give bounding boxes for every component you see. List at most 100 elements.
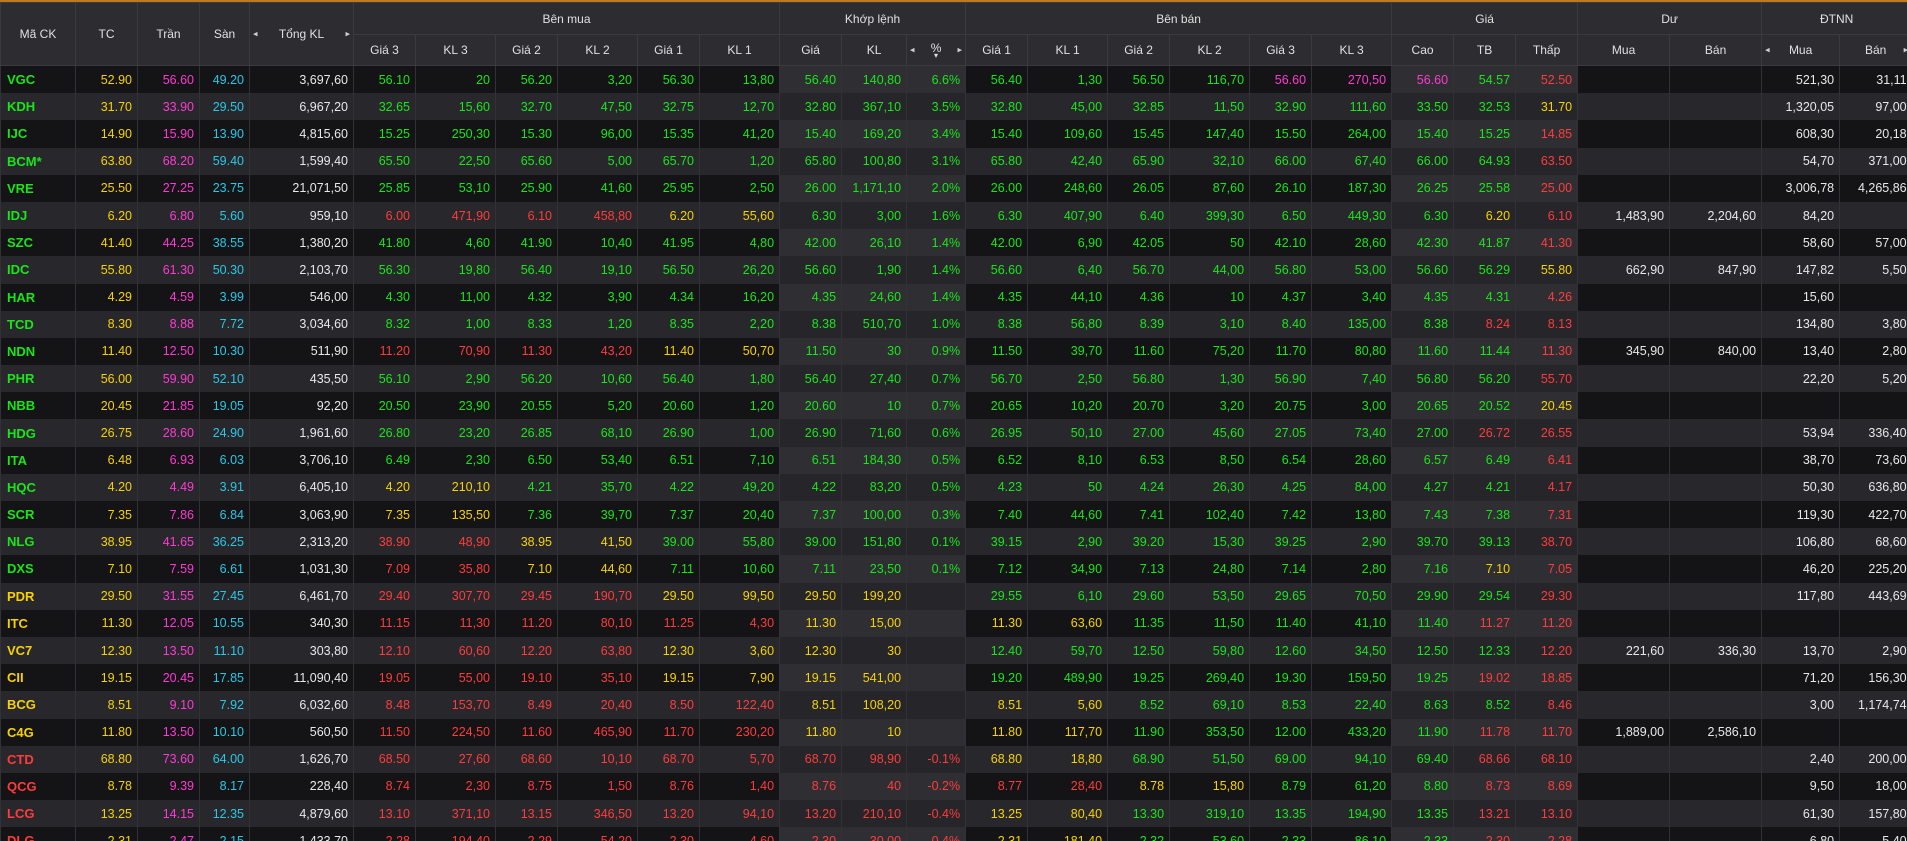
symbol-cell[interactable]: HQC	[0, 473, 76, 501]
col-buy-price2[interactable]: Giá 2	[495, 34, 558, 66]
table-row[interactable]: SZC 41.40 44.25 38.55 1,380,20 41.80 4,60 41.90…	[0, 229, 1907, 257]
table-row[interactable]: DXS 7.10 7.59 6.61 1,031,30 7.09 35,80 7.10 44,6…	[0, 555, 1907, 583]
table-row[interactable]: PHR 56.00 59.90 52.10 435,50 56.10 2,90 56.20 10…	[0, 365, 1907, 393]
symbol-cell[interactable]: SZC	[0, 229, 76, 257]
col-sell-price3[interactable]: Giá 3	[1249, 34, 1313, 66]
table-row[interactable]: VC7 12.30 13.50 11.10 303,80 12.10 60,60 12.20 6…	[0, 636, 1907, 665]
symbol-cell[interactable]: VC7	[0, 636, 76, 665]
table-row[interactable]: CII 19.15 20.45 17.85 11,090,40 19.05 55,00 19.…	[0, 664, 1907, 692]
col-sell-vol3[interactable]: KL 3	[1311, 34, 1393, 66]
table-row[interactable]: TCD 8.30 8.88 7.72 3,034,60 8.32 1,00 8.33 1,20 8…	[0, 310, 1907, 338]
symbol-cell[interactable]: NLG	[0, 528, 76, 556]
sell-price2-cell: 12.50	[1107, 636, 1170, 665]
table-row[interactable]: IDC 55.80 61.30 50.30 2,103,70 56.30 19,80 56.4…	[0, 256, 1907, 284]
left-arrow-icon[interactable]: ◂	[910, 45, 915, 56]
col-buy-vol2[interactable]: KL 2	[557, 34, 638, 66]
table-row[interactable]: ITC 11.30 12.05 10.55 340,30 11.15 11,30 11.20 8…	[0, 609, 1907, 637]
table-row[interactable]: HAR 4.29 4.59 3.99 546,00 4.30 11,00 4.32 3,90 4.…	[0, 283, 1907, 311]
table-row[interactable]: DLG 2.31 2.47 2.15 1,433,70 2.28 194,40 2.29 54,…	[0, 827, 1907, 841]
table-row[interactable]: C4G 11.80 13.50 10.10 560,50 11.50 224,50 11.60…	[0, 718, 1907, 746]
col-average[interactable]: TB	[1453, 34, 1517, 66]
col-sell-price1[interactable]: Giá 1	[965, 34, 1029, 66]
col-remain-sell[interactable]: Bán	[1669, 34, 1763, 66]
symbol-cell[interactable]: LCG	[0, 800, 76, 828]
table-row[interactable]: NLG 38.95 41.65 36.25 2,313,20 38.90 48,90 38.9…	[0, 528, 1907, 556]
col-ceil[interactable]: Trần	[137, 2, 200, 66]
average-price-cell: 12.33	[1453, 636, 1516, 665]
table-row[interactable]: HQC 4.20 4.49 3.91 6,405,10 4.20 210,10 4.21 35,…	[0, 473, 1907, 501]
symbol-cell[interactable]: IDC	[0, 256, 76, 284]
table-row[interactable]: HDG 26.75 28.60 24.90 1,961,60 26.80 23,20 26.8…	[0, 419, 1907, 447]
symbol-cell[interactable]: DXS	[0, 555, 76, 583]
col-remain-buy[interactable]: Mua	[1577, 34, 1671, 66]
symbol-cell[interactable]: IDJ	[0, 201, 76, 230]
symbol-cell[interactable]: ITA	[0, 446, 76, 474]
sort-desc-icon[interactable]: ▾	[908, 52, 964, 60]
col-sell-price2[interactable]: Giá 2	[1107, 34, 1171, 66]
table-row[interactable]: IDJ 6.20 6.80 5.60 959,10 6.00 471,90 6.10 458,8…	[0, 201, 1907, 230]
match-volume-cell: 30	[841, 337, 907, 366]
col-sell-vol2[interactable]: KL 2	[1169, 34, 1251, 66]
right-arrow-icon[interactable]: ▸	[1904, 45, 1907, 56]
col-sell-vol1[interactable]: KL 1	[1027, 34, 1109, 66]
table-row[interactable]: VGC 52.90 56.60 49.20 3,697,60 56.10 20 56.20 3,…	[0, 65, 1907, 94]
symbol-cell[interactable]: KDH	[0, 93, 76, 121]
symbol-cell[interactable]: PDR	[0, 582, 76, 610]
symbol-cell[interactable]: SCR	[0, 501, 76, 529]
symbol-cell[interactable]: VGC	[0, 65, 76, 94]
table-row[interactable]: SCR 7.35 7.86 6.84 3,063,90 7.35 135,50 7.36 39,…	[0, 501, 1907, 529]
col-match-volume[interactable]: KL	[841, 34, 908, 66]
symbol-cell[interactable]: TCD	[0, 310, 76, 338]
table-row[interactable]: IJC 14.90 15.90 13.90 4,815,60 15.25 250,30 15.…	[0, 120, 1907, 148]
table-row[interactable]: NDN 11.40 12.50 10.30 511,90 11.20 70,90 11.30 4…	[0, 337, 1907, 366]
table-row[interactable]: BCG 8.51 9.10 7.92 6,032,60 8.48 153,70 8.49 20,…	[0, 691, 1907, 719]
symbol-cell[interactable]: NDN	[0, 337, 76, 366]
symbol-cell[interactable]: NBB	[0, 392, 76, 420]
col-foreign-buy[interactable]: ◂ Mua	[1761, 34, 1841, 66]
table-row[interactable]: VRE 25.50 27.25 23.75 21,071,50 25.85 53,10 25.…	[0, 174, 1907, 202]
symbol-cell[interactable]: QCG	[0, 772, 76, 801]
symbol-cell[interactable]: C4G	[0, 718, 76, 746]
symbol-cell[interactable]: BCG	[0, 691, 76, 719]
right-arrow-icon[interactable]: ▸	[345, 29, 350, 40]
table-row[interactable]: NBB 20.45 21.85 19.05 92,20 20.50 23,90 20.55 5,…	[0, 392, 1907, 420]
buy-price2-cell: 32.70	[495, 93, 558, 121]
col-low[interactable]: Thấp	[1515, 34, 1579, 66]
match-volume-cell: 10	[841, 718, 907, 746]
col-symbol[interactable]: Mã CK	[0, 2, 76, 66]
symbol-cell[interactable]: DLG	[0, 827, 76, 841]
col-ref[interactable]: TC	[75, 2, 138, 66]
col-high[interactable]: Cao	[1391, 34, 1455, 66]
table-row[interactable]: PDR 29.50 31.55 27.45 6,461,70 29.40 307,70 29.…	[0, 582, 1907, 610]
average-price-cell: 2.30	[1453, 827, 1516, 841]
symbol-cell[interactable]: CTD	[0, 745, 76, 773]
table-row[interactable]: ITA 6.48 6.93 6.03 3,706,10 6.49 2,30 6.50 53,40…	[0, 446, 1907, 474]
left-arrow-icon[interactable]: ◂	[253, 29, 258, 40]
symbol-cell[interactable]: PHR	[0, 365, 76, 393]
symbol-cell[interactable]: HDG	[0, 419, 76, 447]
table-row[interactable]: BCM* 63.80 68.20 59.40 1,599,40 65.50 22,50 65.…	[0, 147, 1907, 175]
col-match-price[interactable]: Giá	[779, 34, 843, 66]
match-percent-cell: 0.9%	[906, 337, 966, 366]
table-row[interactable]: LCG 13.25 14.15 12.35 4,879,60 13.10 371,10 13.…	[0, 800, 1907, 828]
left-arrow-icon[interactable]: ◂	[1765, 45, 1770, 56]
symbol-cell[interactable]: BCM*	[0, 147, 76, 175]
col-match-percent[interactable]: ◂ % ▾ ▸	[906, 34, 967, 66]
col-total-volume[interactable]: ◂ Tổng KL ▸	[249, 2, 354, 66]
col-floor[interactable]: Sàn	[199, 2, 250, 66]
symbol-cell[interactable]: IJC	[0, 120, 76, 148]
col-buy-vol1[interactable]: KL 1	[698, 34, 781, 66]
col-buy-vol3[interactable]: KL 3	[415, 34, 496, 66]
col-buy-price3[interactable]: Giá 3	[353, 34, 416, 66]
right-arrow-icon[interactable]: ▸	[958, 45, 963, 56]
table-row[interactable]: CTD 68.80 73.60 64.00 1,626,70 68.50 27,60 68.6…	[0, 745, 1907, 773]
table-row[interactable]: QCG 8.78 9.39 8.17 228,40 8.74 2,30 8.75 1,50 8.7…	[0, 772, 1907, 801]
sell-vol2-cell: 24,80	[1169, 555, 1250, 583]
symbol-cell[interactable]: HAR	[0, 283, 76, 311]
symbol-cell[interactable]: CII	[0, 664, 76, 692]
col-foreign-sell[interactable]: Bán ▸	[1839, 34, 1907, 66]
symbol-cell[interactable]: ITC	[0, 609, 76, 637]
col-buy-price1[interactable]: Giá 1	[637, 34, 700, 66]
table-row[interactable]: KDH 31.70 33.90 29.50 6,967,20 32.65 15,60 32.7…	[0, 93, 1907, 121]
symbol-cell[interactable]: VRE	[0, 174, 76, 202]
